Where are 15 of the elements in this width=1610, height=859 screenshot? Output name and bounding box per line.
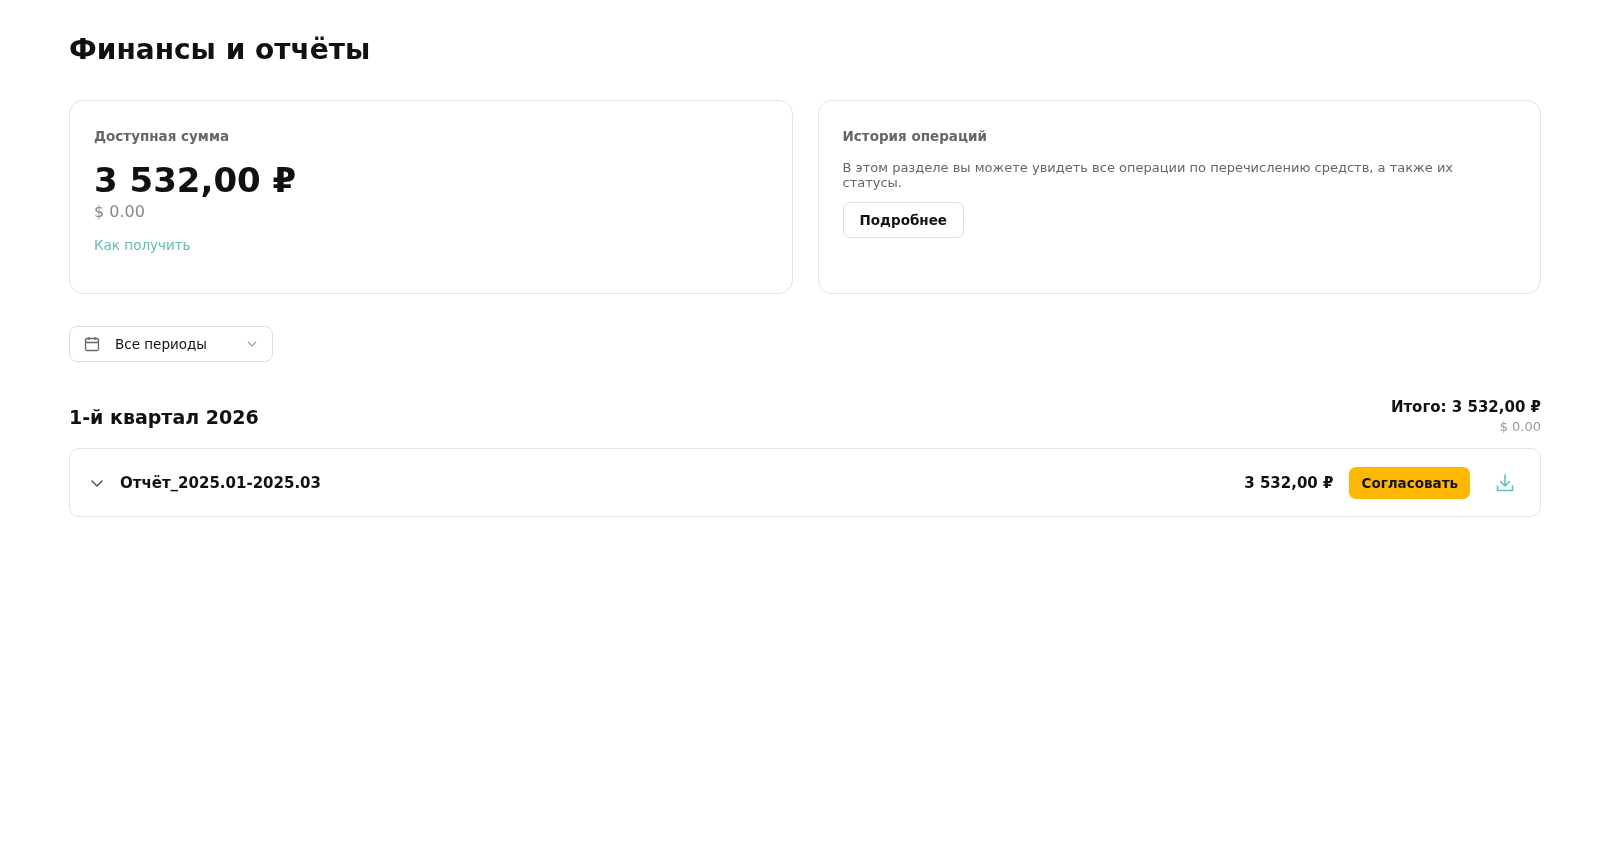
balance-amount: 3 532,00 ₽: [94, 160, 298, 200]
balance-usd: $ 0.00: [94, 202, 146, 221]
quarter-total-usd: $ 0.00: [1499, 419, 1541, 434]
approve-button[interactable]: Согласовать: [1349, 466, 1470, 499]
details-button[interactable]: Подробнее: [842, 202, 964, 238]
page-title: Финансы и отчёты: [69, 32, 372, 68]
report-name: Отчёт_2025.01-2025.03: [120, 473, 322, 492]
report-amount: 3 532,00 ₽: [1244, 473, 1334, 492]
card-label: История операций: [842, 128, 988, 144]
card-label: Доступная сумма: [94, 128, 231, 144]
card-description: В этом разделе вы можете увидеть все операции по перечислению средств, а также их статусы.: [842, 160, 1455, 190]
calendar-icon: [83, 335, 101, 353]
quarter-title: 1-й квартал 2026: [69, 406, 259, 428]
quarter-total: Итого: 3 532,00 ₽: [1390, 398, 1541, 416]
period-dropdown[interactable]: Все периоды: [69, 326, 273, 362]
